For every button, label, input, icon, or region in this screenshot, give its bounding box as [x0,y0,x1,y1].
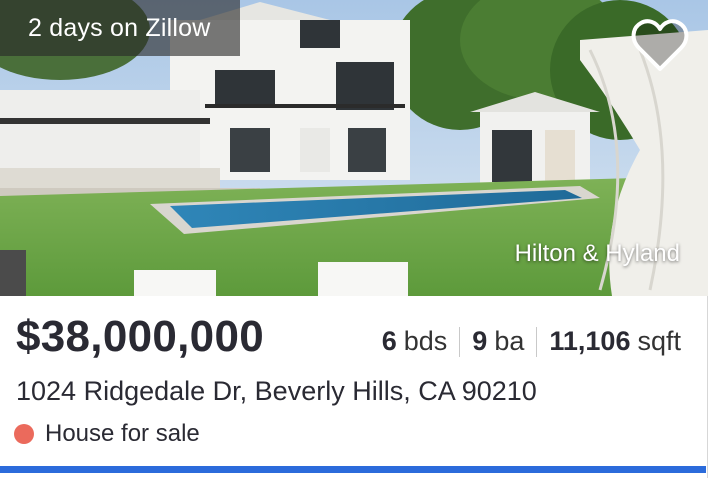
brokerage-watermark: Hilton & Hyland [514,240,680,267]
card-accent-bar [0,466,706,473]
beds-unit: bds [403,326,448,356]
save-favorite-button[interactable] [630,18,690,74]
heart-outline-icon[interactable] [630,18,690,74]
sqft-fact: 11,106 sqft [549,326,681,357]
fact-divider [459,326,461,357]
listing-facts: 6 bds 9 ba 11,106 sqft [382,326,681,357]
status-label: House for sale [45,420,200,447]
listing-photo[interactable]: 2 days on Zillow Hilton & Hyland [0,0,708,296]
beds-count: 6 [381,326,397,356]
baths-count: 9 [472,326,488,356]
baths-fact: 9 ba [472,326,524,357]
fact-divider [536,326,538,357]
listing-card[interactable]: 2 days on Zillow Hilton & Hyland $38,000… [0,0,708,478]
status-dot-icon [14,424,34,444]
sqft-value: 11,106 [549,326,631,356]
listing-price: $38,000,000 [16,312,264,361]
listing-info[interactable]: $38,000,000 6 bds 9 ba 11,106 sqft 1024 … [0,296,707,478]
days-on-site-badge: 2 days on Zillow [0,0,241,56]
baths-unit: ba [494,326,525,356]
listing-address[interactable]: 1024 Ridgedale Dr, Beverly Hills, CA 902… [16,376,537,407]
beds-fact: 6 bds [382,326,448,357]
listing-status: House for sale [14,420,200,448]
sqft-unit: sqft [637,326,681,356]
